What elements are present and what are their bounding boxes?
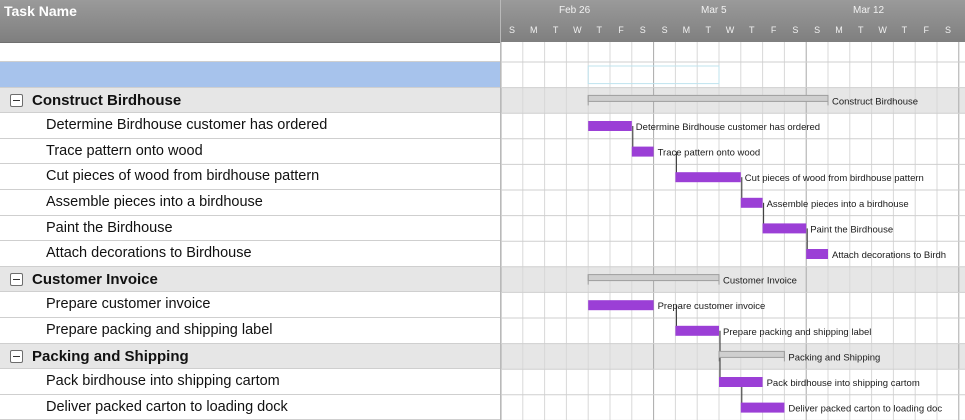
- summary-bar: [587, 274, 720, 282]
- task-name-cell: Attach decorations to Birdhouse: [46, 245, 252, 262]
- day-label: S: [508, 25, 515, 35]
- task-name-cell: Trace pattern onto wood: [46, 142, 203, 159]
- bar-label: Customer Invoice: [723, 276, 797, 287]
- task-name-cell: Paint the Birdhouse: [46, 219, 173, 236]
- task-column-header[interactable]: Task Name: [0, 0, 500, 43]
- timeline-header: Feb 26 Mar 5 Mar 12 S M T W T F S S M T W T F S S M T W T F S: [501, 0, 965, 42]
- day-label: S: [814, 25, 821, 35]
- day-label: T: [901, 25, 908, 35]
- day-label: T: [858, 25, 864, 35]
- day-label: M: [835, 25, 843, 35]
- day-label: T: [749, 25, 755, 35]
- task-row[interactable]: Trace pattern onto wood: [0, 139, 500, 165]
- task-name-cell: Prepare customer invoice: [46, 296, 211, 313]
- task-bar: [588, 121, 632, 131]
- day-label: S: [639, 25, 646, 35]
- task-name-cell: Customer Invoice: [32, 270, 158, 288]
- day-label: W: [725, 25, 735, 35]
- collapse-toggle-icon[interactable]: [10, 349, 23, 363]
- day-label: T: [705, 25, 711, 35]
- collapse-toggle-icon[interactable]: [10, 272, 23, 286]
- bar-label: Prepare customer invoice: [658, 301, 766, 312]
- task-name-cell: Packing and Shipping: [32, 347, 189, 365]
- bar-label: Construct Birdhouse: [832, 96, 918, 107]
- task-bar: [719, 377, 763, 387]
- task-bar: [675, 325, 719, 336]
- blank-row[interactable]: [0, 42, 500, 62]
- bar-label: Cut pieces of wood from birdhouse patter…: [745, 173, 924, 184]
- task-row[interactable]: Paint the Birdhouse: [0, 216, 500, 242]
- task-row[interactable]: Cut pieces of wood from birdhouse patter…: [0, 164, 500, 190]
- bar-label: Attach decorations to Birdh: [832, 250, 946, 261]
- task-bar: [675, 172, 741, 183]
- day-label: F: [618, 25, 624, 35]
- day-label: M: [682, 25, 691, 35]
- task-name-cell: Determine Birdhouse customer has ordered: [46, 117, 328, 134]
- summary-bar: [718, 350, 785, 358]
- task-name-cell: Construct Birdhouse: [32, 91, 182, 109]
- collapse-toggle-icon[interactable]: [10, 93, 23, 107]
- gantt-chart-pane: Feb 26 Mar 5 Mar 12 S M T W T F S S M T W T F S S M T W T F S C…: [501, 0, 965, 420]
- task-bar: [740, 402, 785, 413]
- day-label: F: [923, 25, 929, 35]
- task-name-cell: Pack birdhouse into shipping cartom: [46, 373, 280, 390]
- day-label: W: [878, 25, 887, 35]
- task-row[interactable]: Pack birdhouse into shipping cartom: [0, 369, 500, 395]
- task-bar: [740, 197, 763, 208]
- task-row[interactable]: Attach decorations to Birdhouse: [0, 241, 500, 267]
- group-row[interactable]: Customer Invoice: [0, 266, 500, 293]
- task-row[interactable]: Prepare customer invoice: [0, 292, 500, 318]
- task-list-pane: Task Name Construct Birdhouse Determine B…: [0, 0, 501, 420]
- bar-label: Paint the Birdhouse: [810, 224, 893, 235]
- task-row[interactable]: Determine Birdhouse customer has ordered: [0, 113, 500, 139]
- day-label: M: [530, 25, 538, 35]
- week-label: Feb 26: [559, 5, 591, 16]
- task-row[interactable]: Deliver packed carton to loading dock: [0, 395, 500, 420]
- week-label: Mar 5: [701, 5, 727, 16]
- task-name-cell: Assemble pieces into a birdhouse: [46, 194, 263, 210]
- day-label: F: [770, 25, 777, 35]
- task-bar: [762, 223, 807, 234]
- task-name-cell: Deliver packed carton to loading dock: [46, 398, 288, 415]
- task-bar: [806, 249, 828, 259]
- bar-label: Prepare packing and shipping label: [723, 327, 871, 338]
- bar-label: Trace pattern onto wood: [658, 148, 761, 159]
- selected-row[interactable]: [0, 62, 500, 88]
- task-name-header-label: Task Name: [4, 3, 77, 19]
- task-bar: [631, 146, 654, 157]
- task-bar: [588, 300, 654, 311]
- day-label: S: [944, 25, 951, 35]
- day-label: W: [573, 25, 582, 35]
- task-name-cell: Prepare packing and shipping label: [46, 322, 273, 338]
- task-row[interactable]: Assemble pieces into a birdhouse: [0, 190, 500, 216]
- week-label: Mar 12: [853, 5, 885, 16]
- bar-label: Pack birdhouse into shipping cartom: [767, 378, 920, 389]
- bar-label: Determine Birdhouse customer has ordered: [636, 122, 820, 133]
- gantt-app: Task Name Construct Birdhouse Determine B…: [0, 0, 965, 420]
- bar-label: Deliver packed carton to loading doc: [788, 404, 942, 415]
- task-name-cell: Cut pieces of wood from birdhouse patter…: [46, 168, 320, 185]
- group-row[interactable]: Packing and Shipping: [0, 343, 500, 370]
- group-row[interactable]: Construct Birdhouse: [0, 87, 500, 114]
- day-label: S: [661, 25, 668, 35]
- task-row[interactable]: Prepare packing and shipping label: [0, 318, 500, 344]
- day-label: S: [792, 25, 799, 35]
- day-label: T: [596, 25, 602, 35]
- summary-bar: [587, 94, 829, 102]
- bar-label: Packing and Shipping: [788, 352, 880, 363]
- day-label: T: [552, 25, 559, 35]
- bar-label: Assemble pieces into a birdhouse: [767, 199, 909, 210]
- gantt-bars-canvas[interactable]: Construct Birdhouse Determine Birdhouse c…: [501, 42, 965, 420]
